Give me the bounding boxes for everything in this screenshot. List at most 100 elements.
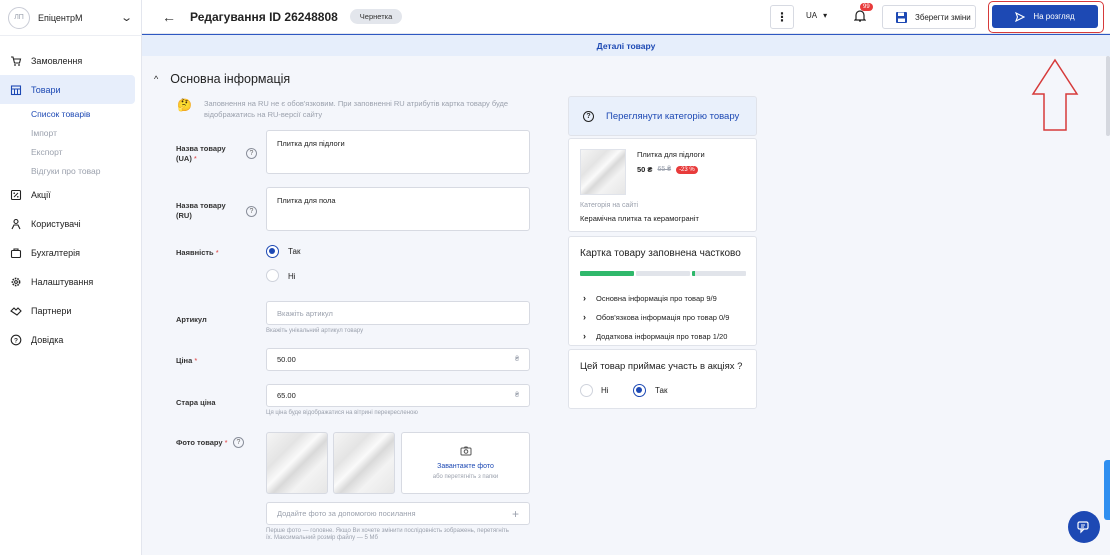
subnav-import[interactable]: Імпорт bbox=[31, 123, 141, 142]
check-main-info[interactable]: › Основна інформація про товар 9/9 bbox=[583, 293, 717, 303]
sidebar-item-settings[interactable]: Налаштування bbox=[0, 267, 135, 296]
subnav-product-list[interactable]: Список товарів bbox=[31, 104, 141, 123]
subnav-reviews[interactable]: Відгуки про товар bbox=[31, 161, 141, 180]
submit-review-label: На розгляд bbox=[1033, 12, 1075, 21]
help-icon[interactable]: ? bbox=[246, 148, 257, 159]
chevron-up-icon: ^ bbox=[154, 74, 159, 84]
language-select[interactable]: UA ▾ bbox=[806, 11, 827, 20]
chat-button[interactable] bbox=[1068, 511, 1100, 543]
sidebar-item-promotions[interactable]: Акції bbox=[0, 180, 135, 209]
price-input[interactable]: 50.00 ₴ bbox=[266, 348, 530, 371]
name-ua-field[interactable]: Плитка для підлоги bbox=[266, 130, 530, 174]
availability-no-radio[interactable] bbox=[266, 269, 279, 282]
photo-label-text: Фото товару bbox=[176, 438, 223, 447]
promo-no-label: Ні bbox=[601, 386, 609, 395]
check-required-info[interactable]: › Обов'язкова інформація про товар 0/9 bbox=[583, 312, 729, 322]
required-mark: * bbox=[194, 356, 198, 365]
sidebar-item-label: Замовлення bbox=[31, 55, 83, 66]
save-button-label: Зберегти зміни bbox=[915, 12, 971, 22]
availability-label-text: Наявність bbox=[176, 248, 214, 257]
name-ru-field[interactable]: Плитка для пола bbox=[266, 187, 530, 231]
sidebar-item-products[interactable]: Товари bbox=[0, 75, 135, 104]
help-icon[interactable]: ? bbox=[246, 206, 257, 217]
current-price: 50 ₴ bbox=[637, 165, 653, 174]
scrollbar[interactable] bbox=[1106, 56, 1110, 136]
review-highlight-frame: На розгляд bbox=[988, 1, 1104, 33]
promo-yes-label: Так bbox=[655, 386, 668, 395]
photo-label: Фото товару * bbox=[176, 438, 228, 448]
gear-icon bbox=[9, 275, 23, 289]
save-button[interactable]: Зберегти зміни bbox=[882, 5, 976, 29]
old-price-value: 65.00 bbox=[277, 391, 296, 400]
annotation-arrow-icon bbox=[1031, 58, 1079, 131]
availability-label: Наявність * bbox=[176, 248, 219, 258]
product-preview-price: 50 ₴ 65 ₴ -23 % bbox=[637, 165, 698, 174]
plus-icon[interactable]: + bbox=[512, 507, 519, 521]
currency-symbol: ₴ bbox=[515, 356, 519, 363]
old-price-hint: Ця ціна буде відображатися на вітрині пе… bbox=[266, 410, 418, 416]
photo-upload-dropzone[interactable]: Завантажте фото або перетягніть з папки bbox=[401, 432, 530, 494]
products-subnav: Список товарів Імпорт Експорт Відгуки пр… bbox=[0, 104, 141, 180]
availability-no-label: Ні bbox=[288, 272, 296, 281]
availability-yes-radio[interactable] bbox=[266, 245, 279, 258]
subnav-export[interactable]: Експорт bbox=[31, 142, 141, 161]
progress-segment-required bbox=[636, 271, 690, 276]
notifications-button[interactable]: 99 bbox=[853, 3, 873, 23]
tab-product-details[interactable]: Деталі товару bbox=[597, 41, 656, 51]
ru-note-text: Заповнення на RU не є обов'язковим. При … bbox=[203, 99, 509, 119]
upload-hint: або перетягніть з папки bbox=[432, 474, 499, 480]
section-header[interactable]: ^ Основна інформація bbox=[154, 72, 290, 86]
availability-yes-label: Так bbox=[288, 247, 301, 256]
brand-name: ЕпіцентрМ bbox=[38, 12, 83, 23]
avatar: ЛП bbox=[8, 6, 30, 29]
thinking-face-icon: 🤔 bbox=[177, 98, 192, 112]
brand-switcher[interactable]: ЛП ЕпіцентрМ ⌄ bbox=[0, 0, 141, 36]
photo-url-placeholder: Додайте фото за допомогою посилання bbox=[277, 509, 416, 518]
submit-review-button[interactable]: На розгляд bbox=[992, 5, 1098, 28]
sidebar-item-users[interactable]: Користувачі bbox=[0, 209, 135, 238]
more-menu-button[interactable]: ⋮ bbox=[770, 5, 794, 29]
old-price-input[interactable]: 65.00 ₴ bbox=[266, 384, 530, 407]
accounting-icon bbox=[9, 246, 23, 260]
old-price: 65 ₴ bbox=[657, 166, 672, 173]
photo-hint: Перше фото — головне. Якщо Ви хочете змі… bbox=[266, 528, 509, 541]
chevron-down-icon: ⌄ bbox=[119, 12, 133, 24]
product-preview-image bbox=[580, 149, 626, 195]
send-icon bbox=[1015, 11, 1026, 22]
view-category-label: Переглянути категорію товару bbox=[606, 110, 740, 122]
promo-no-radio[interactable] bbox=[580, 384, 593, 397]
check-additional-info[interactable]: › Додаткова інформація про товар 1/20 bbox=[583, 331, 727, 341]
upload-label: Завантажте фото bbox=[437, 463, 494, 470]
store-icon bbox=[9, 83, 23, 97]
product-photo-2[interactable] bbox=[333, 432, 395, 494]
product-preview-name: Плитка для підлоги bbox=[637, 150, 705, 159]
ru-note: 🤔 Заповнення на RU не є обов'язковим. Пр… bbox=[177, 98, 537, 120]
promo-yes-radio[interactable] bbox=[633, 384, 646, 397]
check-additional-info-label: Додаткова інформація про товар 1/20 bbox=[596, 331, 728, 341]
notification-count: 99 bbox=[860, 3, 873, 11]
photo-url-input[interactable]: Додайте фото за допомогою посилання + bbox=[266, 502, 530, 525]
sidebar-item-orders[interactable]: Замовлення bbox=[0, 46, 135, 75]
currency-symbol: ₴ bbox=[515, 392, 519, 399]
side-widget-tab[interactable] bbox=[1104, 460, 1110, 520]
floppy-icon bbox=[896, 11, 907, 23]
details-tab-bar: Деталі товару bbox=[142, 34, 1110, 56]
sidebar-item-help[interactable]: ? Довідка bbox=[0, 325, 135, 354]
camera-icon bbox=[460, 446, 472, 459]
sku-label: Артикул bbox=[176, 315, 207, 324]
status-badge: Чернетка bbox=[349, 9, 403, 24]
language-value: UA bbox=[806, 11, 818, 20]
view-category-link[interactable]: ? Переглянути категорію товару bbox=[568, 96, 757, 136]
sidebar-item-label: Користувачі bbox=[31, 218, 81, 229]
completeness-card: Картка товару заповнена частково › Основ… bbox=[568, 236, 757, 346]
help-icon: ? bbox=[9, 333, 23, 347]
back-arrow-icon[interactable]: ← bbox=[162, 9, 176, 25]
promotions-question: Цей товар приймає участь в акціях ? bbox=[580, 361, 743, 372]
sku-input[interactable]: Вкажіть артикул bbox=[266, 301, 530, 325]
sidebar-item-accounting[interactable]: Бухгалтерія bbox=[0, 238, 135, 267]
sidebar-item-partners[interactable]: Партнери bbox=[0, 296, 135, 325]
chevron-right-icon: › bbox=[583, 293, 586, 303]
help-icon[interactable]: ? bbox=[233, 437, 244, 448]
product-photo-1[interactable] bbox=[266, 432, 328, 494]
sidebar-item-label: Товари bbox=[31, 84, 61, 95]
